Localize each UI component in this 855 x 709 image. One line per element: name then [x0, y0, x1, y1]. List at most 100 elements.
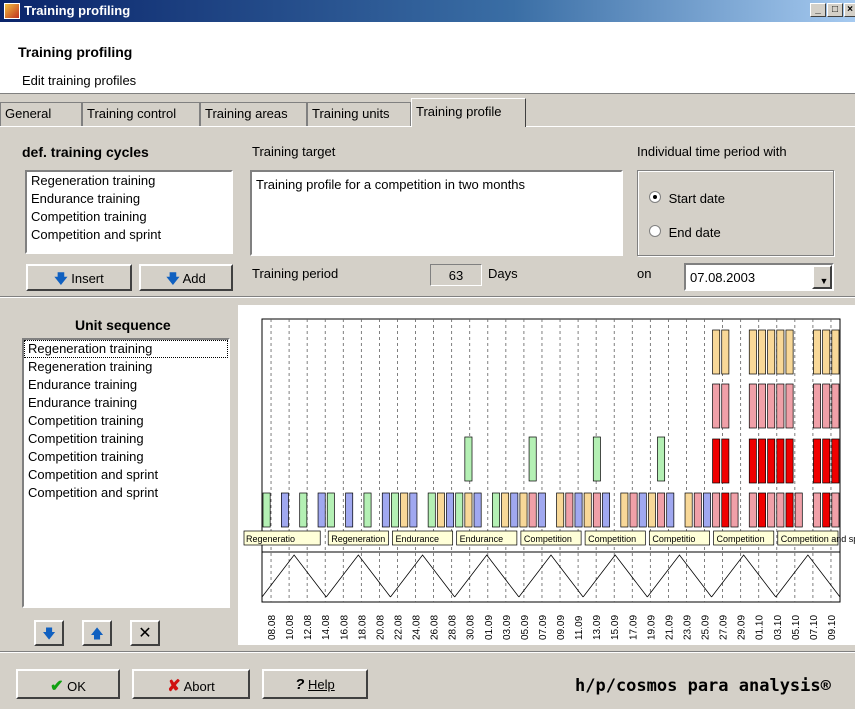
date-tick-label: 23.09: [682, 615, 693, 640]
intensity-bar: [776, 329, 785, 375]
date-select[interactable]: 07.08.2003 ▼: [684, 263, 834, 291]
date-tick-label: 25.09: [701, 615, 712, 640]
help-button[interactable]: ? Help: [262, 669, 368, 699]
start-date-radio[interactable]: Start date: [649, 191, 725, 206]
date-tick-label: 15.09: [610, 615, 621, 640]
insert-button[interactable]: 🡇 Insert: [26, 264, 132, 291]
intensity-bar: [785, 438, 794, 484]
date-tick-label: 07.10: [809, 615, 820, 640]
day-bar: [501, 492, 510, 528]
day-bar: [455, 492, 464, 528]
list-item[interactable]: Competition training: [24, 448, 228, 466]
segment-label: Endurance: [460, 534, 504, 544]
move-down-button[interactable]: 🡇: [34, 620, 64, 646]
day-bar: [299, 492, 308, 528]
date-tick-label: 14.08: [321, 615, 332, 640]
list-item[interactable]: Endurance training: [24, 376, 228, 394]
divider: [0, 296, 855, 298]
intensity-bar: [785, 383, 794, 429]
ok-button[interactable]: ✔ OK: [16, 669, 120, 699]
list-item[interactable]: Competition and sprint: [24, 484, 228, 502]
remove-button[interactable]: ✕: [130, 620, 160, 646]
list-item[interactable]: Competition training: [27, 208, 231, 226]
date-tick-label: 24.08: [412, 615, 423, 640]
segment-label: Competition and sprint: [781, 534, 855, 544]
day-bar: [574, 492, 583, 528]
intensity-bar: [831, 438, 840, 484]
list-item[interactable]: Regeneration training: [27, 172, 231, 190]
list-item[interactable]: Regeneration training: [24, 340, 228, 358]
tab-training-areas[interactable]: Training areas: [200, 102, 307, 126]
day-bar: [409, 492, 418, 528]
segment-label: Endurance: [395, 534, 439, 544]
day-bar: [794, 492, 803, 528]
day-bar: [317, 492, 326, 528]
day-bar: [703, 492, 711, 528]
date-tick-label: 28.08: [448, 615, 459, 640]
end-date-radio[interactable]: End date: [649, 225, 721, 240]
close-button[interactable]: ×: [844, 3, 855, 17]
list-item[interactable]: Competition training: [24, 412, 228, 430]
date-tick-label: 05.10: [791, 615, 802, 640]
intensity-bar: [712, 383, 721, 429]
cycles-list[interactable]: Regeneration training Endurance training…: [25, 170, 233, 254]
day-bar: [831, 492, 840, 528]
segment-label: Regeneratio: [246, 534, 295, 544]
day-bar: [721, 492, 730, 528]
intensity-bar: [776, 438, 785, 484]
day-bar: [280, 492, 289, 528]
intensity-bar: [592, 436, 601, 482]
day-bar: [776, 492, 785, 528]
intensity-bar: [822, 438, 831, 484]
date-tick-label: 19.09: [646, 615, 657, 640]
intensity-bar: [822, 329, 831, 375]
intensity-bar: [657, 436, 666, 482]
close-icon: ✕: [138, 625, 152, 642]
list-item[interactable]: Regeneration training: [24, 358, 228, 376]
radio-on-icon: [649, 191, 661, 203]
list-item[interactable]: Competition training: [24, 430, 228, 448]
day-bar: [712, 492, 721, 528]
date-tick-label: 22.08: [393, 615, 404, 640]
unit-sequence-list[interactable]: Regeneration training Regeneration train…: [22, 338, 230, 608]
list-item[interactable]: Competition and sprint: [24, 466, 228, 484]
tab-training-profile[interactable]: Training profile: [411, 98, 526, 127]
day-bar: [602, 492, 610, 528]
date-tick-label: 09.10: [827, 615, 838, 640]
tab-general[interactable]: General: [0, 102, 82, 126]
intensity-bar: [813, 438, 822, 484]
day-bar: [519, 492, 528, 528]
maximize-button[interactable]: □: [827, 3, 843, 17]
help-icon: ?: [295, 676, 305, 693]
date-tick-label: 11.09: [574, 615, 585, 640]
day-bar: [684, 492, 693, 528]
minimize-button[interactable]: _: [810, 3, 826, 17]
segment-label: Competition: [588, 534, 636, 544]
day-bar: [638, 492, 647, 528]
tab-training-control[interactable]: Training control: [82, 102, 200, 126]
day-bar: [657, 492, 666, 528]
on-label: on: [637, 266, 652, 281]
list-item[interactable]: Endurance training: [24, 394, 228, 412]
tab-training-units[interactable]: Training units: [307, 102, 411, 126]
date-tick-label: 01.10: [755, 615, 766, 640]
intensity-bar: [813, 329, 822, 375]
arrow-down-icon: 🡇: [54, 271, 68, 286]
training-chart: Regeneratio Regeneration Endurance Enduranc…: [243, 318, 855, 640]
date-tick-label: 08.08: [267, 615, 278, 640]
abort-button[interactable]: ✘ Abort: [132, 669, 250, 699]
segment-label: Regeneration: [331, 534, 385, 544]
list-item[interactable]: Endurance training: [27, 190, 231, 208]
add-button[interactable]: 🡇 Add: [139, 264, 233, 291]
chevron-down-icon[interactable]: ▼: [812, 265, 832, 289]
chart-area: Regeneratio Regeneration Endurance Enduranc…: [238, 305, 855, 645]
arrow-up-icon: 🡅: [90, 626, 104, 641]
radio-off-icon: [649, 225, 661, 237]
list-item[interactable]: Competition and sprint: [27, 226, 231, 244]
move-up-button[interactable]: 🡅: [82, 620, 112, 646]
date-tick-label: 21.09: [664, 615, 675, 640]
target-textarea[interactable]: Training profile for a competition in tw…: [250, 170, 623, 256]
window-title: Training profiling: [24, 3, 131, 18]
date-tick-label: 26.08: [430, 615, 441, 640]
intensity-bar: [831, 383, 840, 429]
